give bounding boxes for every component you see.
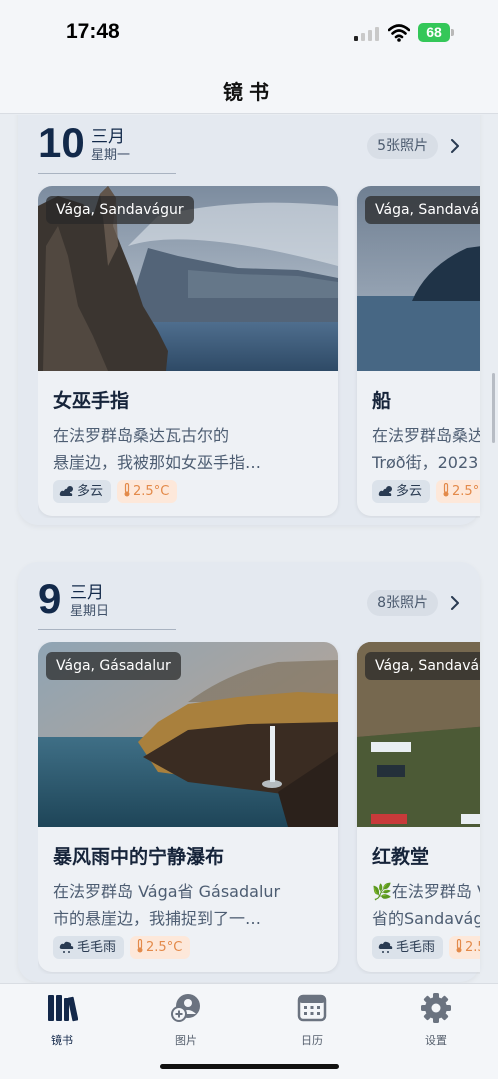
card-title: 红教堂 <box>372 846 430 868</box>
thermometer-icon <box>443 483 449 497</box>
journal-feed[interactable]: 10 三月 星期一 5张照片 Vága, Sandavágur 女巫手指 在法罗… <box>0 115 498 983</box>
card-description-line: Trøð街，2023 <box>372 453 479 472</box>
weather-label: 多云 <box>396 484 423 499</box>
tab-photos[interactable]: 图片 <box>146 992 226 1048</box>
photo-count-button[interactable]: 8张照片 <box>367 590 438 616</box>
card-title: 船 <box>372 390 392 412</box>
gear-icon <box>421 993 451 1023</box>
photo-card[interactable]: Vága, Gásadalur 暴风雨中的宁静瀑布 在法罗群岛 Vága省 Gá… <box>38 642 338 972</box>
card-description-line: 市的悬崖边，我捕捉到了一… <box>53 909 262 928</box>
card-description: 在法罗群岛桑达瓦古尔的 悬崖边，我被那如女巫手指… <box>53 422 333 476</box>
scrollbar[interactable] <box>492 373 495 443</box>
tab-label: 镜书 <box>51 1034 73 1047</box>
tab-label: 设置 <box>425 1034 447 1047</box>
photo-waterfall: Vága, Gásadalur <box>38 642 338 827</box>
battery-icon: 68 <box>418 23 454 42</box>
thermometer-icon <box>124 483 130 497</box>
add-photo-icon <box>171 994 200 1022</box>
day-section: 10 三月 星期一 5张照片 Vága, Sandavágur 女巫手指 在法罗… <box>18 115 480 525</box>
temperature-label: 2.5°C <box>452 484 480 499</box>
chevron-right-icon[interactable] <box>448 139 462 153</box>
weather-tag: 毛毛雨 <box>372 936 444 959</box>
photo-count-button[interactable]: 5张照片 <box>367 133 438 159</box>
photo-card[interactable]: Vága, Sandavágur 女巫手指 在法罗群岛桑达瓦古尔的 悬崖边，我被… <box>38 186 338 516</box>
tab-calendar[interactable]: 日历 <box>272 992 352 1048</box>
card-title: 女巫手指 <box>53 390 130 412</box>
card-description: 在法罗群岛桑达 Trøð街，2023 <box>372 422 480 476</box>
temperature-tag: 2.5°C <box>449 936 480 959</box>
card-description-line: 在法罗群岛桑达瓦古尔的 <box>53 426 230 445</box>
date-day: 10 <box>38 119 85 166</box>
date-divider <box>38 173 176 174</box>
chevron-right-icon[interactable] <box>448 596 462 610</box>
photo-card[interactable]: Vága, Sandavágur 船 在法罗群岛桑达 Trøð街，2023 多云… <box>357 186 480 516</box>
photo-red-church: Vága, Sandavágur <box>357 642 480 827</box>
card-tags: 毛毛雨 2.5°C <box>372 936 480 960</box>
cellular-signal-icon <box>354 27 380 41</box>
photo-card-row[interactable]: Vága, Gásadalur 暴风雨中的宁静瀑布 在法罗群岛 Vága省 Gá… <box>38 642 480 974</box>
location-badge: Vága, Sandavágur <box>365 196 480 224</box>
status-time: 17:48 <box>66 20 120 43</box>
temperature-label: 2.5°C <box>133 484 170 499</box>
calendar-icon <box>297 994 327 1022</box>
wifi-icon <box>388 24 410 42</box>
card-description: 在法罗群岛 Vága省 Gásadalur 市的悬崖边，我捕捉到了一… <box>53 878 333 932</box>
temperature-tag: 2.5°C <box>436 480 480 503</box>
day-section: 9 三月 星期日 8张照片 Vága, Gásadalur 暴风雨中的宁静瀑布 … <box>18 562 480 982</box>
weather-tag: 毛毛雨 <box>53 936 125 959</box>
card-description: 🌿在法罗群岛 Vága 省的Sandavágur <box>372 878 480 932</box>
date-divider <box>38 629 176 630</box>
location-badge: Vága, Sandavágur <box>46 196 194 224</box>
home-indicator[interactable] <box>160 1064 339 1069</box>
photo-witch-finger: Vága, Sandavágur <box>38 186 338 371</box>
thermometer-icon <box>137 939 143 953</box>
date-weekday: 星期日 <box>70 604 110 619</box>
date-day: 9 <box>38 575 62 622</box>
tab-label: 日历 <box>301 1034 323 1047</box>
location-badge: Vága, Gásadalur <box>46 652 181 680</box>
tab-label: 图片 <box>175 1034 197 1047</box>
weather-label: 多云 <box>77 484 104 499</box>
temperature-tag: 2.5°C <box>130 936 191 959</box>
navigation-bar: 镜书 <box>0 64 498 114</box>
page-title: 镜书 <box>223 80 275 104</box>
weather-tag: 多云 <box>372 480 431 503</box>
thermometer-icon <box>456 939 462 953</box>
temperature-tag: 2.5°C <box>117 480 178 503</box>
weather-tag: 多云 <box>53 480 112 503</box>
cloudy-icon <box>378 486 392 496</box>
card-tags: 毛毛雨 2.5°C <box>53 936 196 960</box>
temperature-label: 2.5°C <box>146 940 183 955</box>
location-badge: Vága, Sandavágur <box>365 652 480 680</box>
photo-boat: Vága, Sandavágur <box>357 186 480 371</box>
card-description-line: 在法罗群岛 Vága省 Gásadalur <box>53 882 281 901</box>
tab-journal[interactable]: 镜书 <box>22 992 102 1048</box>
battery-level: 68 <box>418 23 450 42</box>
weather-label: 毛毛雨 <box>396 940 436 955</box>
status-bar: 17:48 68 <box>0 0 498 64</box>
card-description-line: 🌿在法罗群岛 Vága <box>372 882 480 901</box>
card-tags: 多云 2.5°C <box>372 480 480 504</box>
date-weekday: 星期一 <box>91 148 131 163</box>
drizzle-icon <box>378 941 393 953</box>
temperature-label: 2.5°C <box>465 940 480 955</box>
card-tags: 多云 2.5°C <box>53 480 183 504</box>
drizzle-icon <box>59 941 74 953</box>
photo-card[interactable]: Vága, Sandavágur 红教堂 🌿在法罗群岛 Vága 省的Sanda… <box>357 642 480 972</box>
tab-settings[interactable]: 设置 <box>396 992 476 1048</box>
card-description-line: 在法罗群岛桑达 <box>372 426 480 445</box>
weather-label: 毛毛雨 <box>77 940 117 955</box>
cloudy-icon <box>59 486 73 496</box>
books-icon <box>48 995 78 1022</box>
card-description-line: 悬崖边，我被那如女巫手指… <box>53 453 262 472</box>
card-title: 暴风雨中的宁静瀑布 <box>53 846 225 868</box>
card-description-line: 省的Sandavágur <box>372 909 480 928</box>
photo-card-row[interactable]: Vága, Sandavágur 女巫手指 在法罗群岛桑达瓦古尔的 悬崖边，我被… <box>38 186 480 518</box>
